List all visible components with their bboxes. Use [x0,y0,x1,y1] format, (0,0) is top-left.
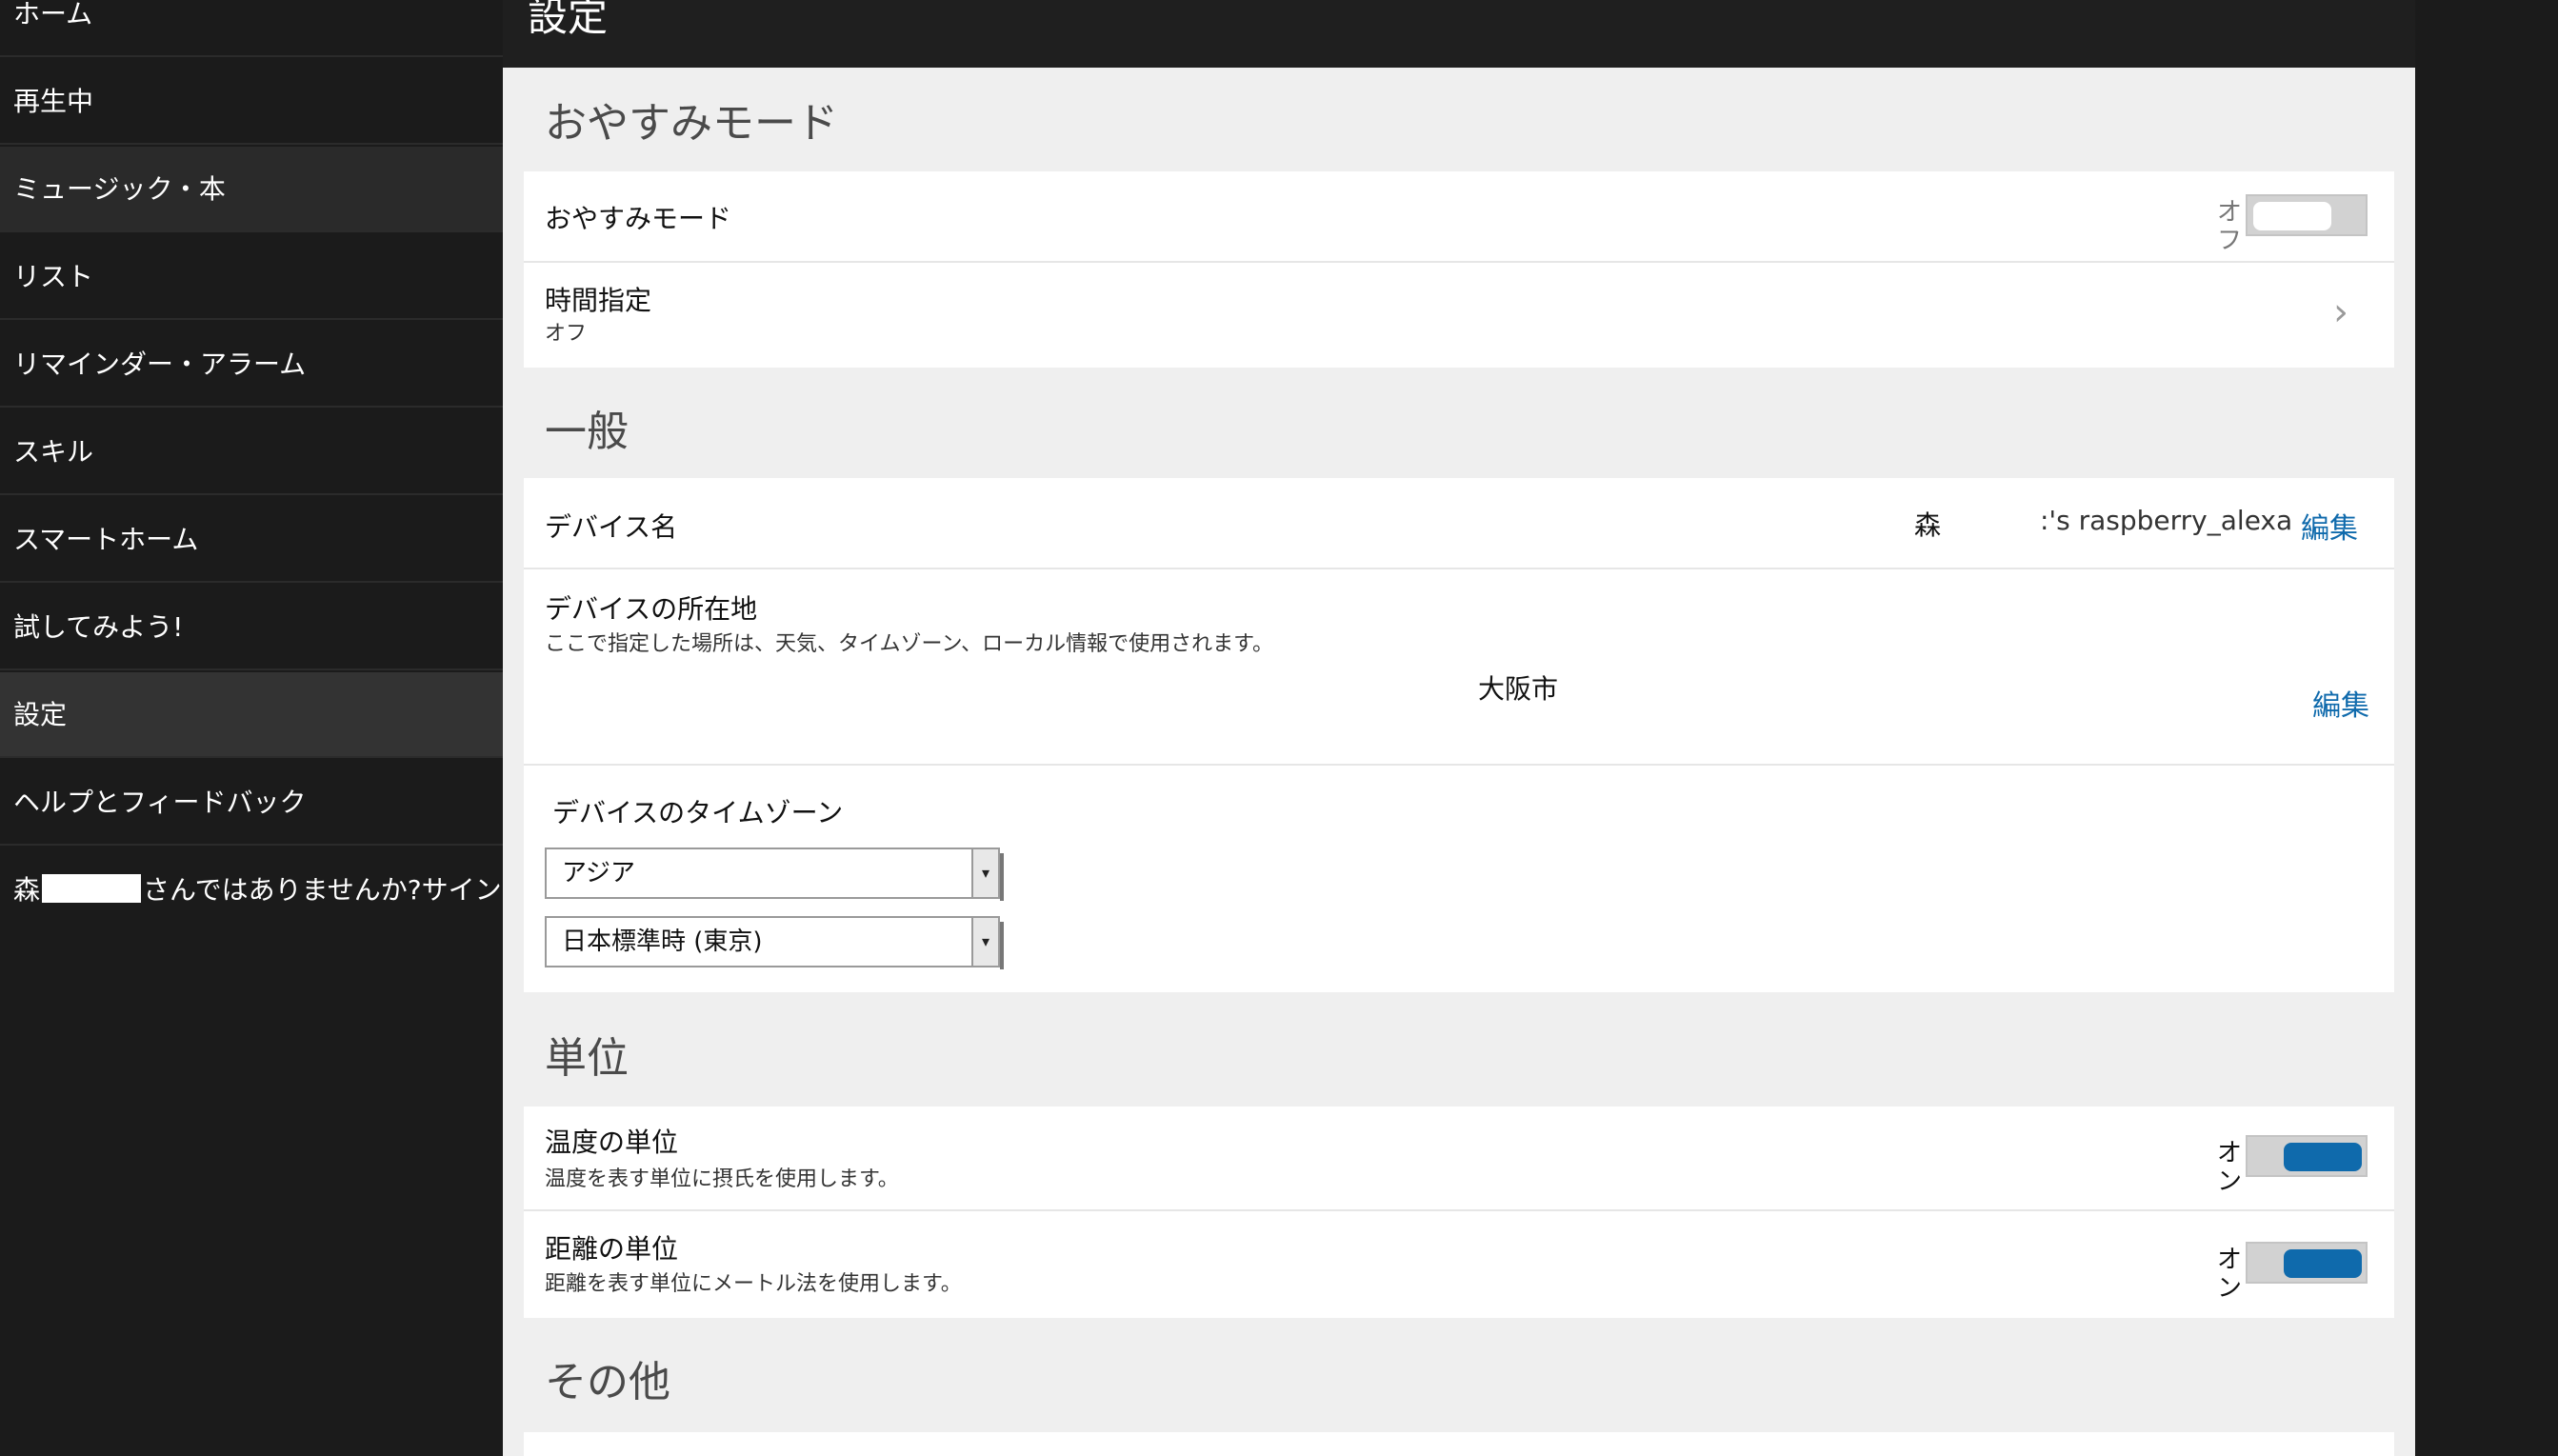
toggle-knob [2284,1249,2362,1278]
region-select-value: アジア [562,859,635,888]
section-title-general: 一般 [545,408,629,456]
page-title: 設定 [528,0,609,40]
location-value: 大阪市 [1478,673,1559,705]
dnd-toggle-row: おやすみモード オフ [524,171,2394,263]
sidebar-item-label: リマインダー・アラーム [13,349,307,380]
temperature-state-text: オン [2216,1139,2242,1196]
sidebar-item-lists[interactable]: リスト [0,234,503,320]
sidebar-item-sign-out[interactable]: 森 さんではありませんか?サイン [0,848,503,933]
general-card: デバイス名 森 :'s raspberry_alexa 編集 デバイスの所在地 … [524,478,2394,992]
dnd-toggle-label: おやすみモード [545,203,732,234]
redaction-block [42,874,142,903]
sidebar-item-label: ミュージック・本 [13,173,226,205]
sidebar-item-reminders-alarms[interactable]: リマインダー・アラーム [0,322,503,408]
distance-unit-toggle[interactable] [2246,1242,2368,1284]
distance-state-text: オン [2216,1246,2242,1303]
sidebar-item-now-playing[interactable]: 再生中 [0,59,503,145]
section-title-units: 単位 [545,1034,629,1083]
dnd-toggle[interactable] [2246,194,2368,236]
timezone-region-select[interactable]: アジア ▾ [545,848,1004,901]
schedule-value: オフ [545,322,588,346]
sidebar-item-help-feedback[interactable]: ヘルプとフィードバック [0,760,503,846]
section-title-other: その他 [545,1358,670,1406]
sidebar-item-things-to-try[interactable]: 試してみよう! [0,585,503,670]
toggle-knob [2253,202,2331,230]
device-location-row: デバイスの所在地 ここで指定した場所は、天気、タイムゾーン、ローカル情報で使用さ… [524,569,2394,766]
timezone-zone-select[interactable]: 日本標準時 (東京) ▾ [545,916,1004,969]
temperature-unit-toggle[interactable] [2246,1135,2368,1177]
other-card [524,1432,2394,1456]
timezone-row: デバイスのタイムゾーン アジア ▾ 日本標準時 (東京) ▾ [524,766,2394,992]
sidebar-item-label: 設定 [13,699,68,730]
zone-select-value: 日本標準時 (東京) [562,927,763,956]
sidebar-item-label: 再生中 [13,86,94,117]
device-name-edit-link[interactable]: 編集 [2301,505,2358,547]
right-gutter [2415,0,2558,1456]
temperature-unit-label: 温度の単位 [545,1127,679,1158]
chevron-right-icon[interactable]: › [2333,293,2348,331]
device-name-label: デバイス名 [545,511,678,543]
account-name-prefix: 森 [13,874,41,906]
sidebar-item-label: リスト [13,261,94,292]
dnd-schedule-row[interactable]: 時間指定 オフ › [524,263,2394,368]
sidebar-item-label: スキル [13,436,94,468]
distance-unit-row: 距離の単位 距離を表す単位にメートル法を使用します。 オン [524,1211,2394,1318]
sidebar-item-music-books[interactable]: ミュージック・本 [0,147,503,232]
sidebar-item-settings[interactable]: 設定 [0,672,503,758]
device-name-suffix: :'s raspberry_alexa [2040,505,2293,536]
toggle-knob [2284,1143,2362,1171]
units-card: 温度の単位 温度を表す単位に摂氏を使用します。 オン 距離の単位 距離を表す単位… [524,1107,2394,1318]
sidebar-item-label: ホーム [13,0,93,30]
location-label: デバイスの所在地 [545,593,758,625]
device-name-row: デバイス名 森 :'s raspberry_alexa 編集 [524,478,2394,569]
header-bar: 設定 [503,0,2415,68]
sidebar-item-label: 試してみよう! [13,611,184,643]
dropdown-arrow-icon: ▾ [971,918,998,966]
sidebar: ホーム 再生中 ミュージック・本 リスト リマインダー・アラーム スキル スマー… [0,0,503,1456]
sign-out-prompt: さんではありませんか?サイン [143,874,502,906]
distance-unit-desc: 距離を表す単位にメートル法を使用します。 [545,1272,962,1296]
temperature-unit-desc: 温度を表す単位に摂氏を使用します。 [545,1167,899,1191]
dropdown-arrow-icon: ▾ [971,849,998,897]
dnd-state-text: オフ [2216,198,2242,255]
schedule-label: 時間指定 [545,285,652,316]
location-edit-link[interactable]: 編集 [2312,682,2369,724]
sidebar-item-label: スマートホーム [13,524,199,555]
settings-panel: 設定 おやすみモード おやすみモード オフ 時間指定 オフ › 一般 デバイス名… [503,0,2415,1456]
timezone-label: デバイスのタイムゾーン [552,797,844,828]
sidebar-item-home[interactable]: ホーム [0,0,503,57]
section-title-dnd: おやすみモード [545,99,838,148]
sidebar-item-skills[interactable]: スキル [0,409,503,495]
temperature-unit-row: 温度の単位 温度を表す単位に摂氏を使用します。 オン [524,1107,2394,1211]
sidebar-item-smart-home[interactable]: スマートホーム [0,497,503,583]
dnd-card: おやすみモード オフ 時間指定 オフ › [524,171,2394,368]
location-description: ここで指定した場所は、天気、タイムゾーン、ローカル情報で使用されます。 [545,632,1273,656]
sidebar-item-label: ヘルプとフィードバック [13,787,307,818]
distance-unit-label: 距離の単位 [545,1233,679,1265]
device-name-prefix: 森 [1914,509,1942,541]
